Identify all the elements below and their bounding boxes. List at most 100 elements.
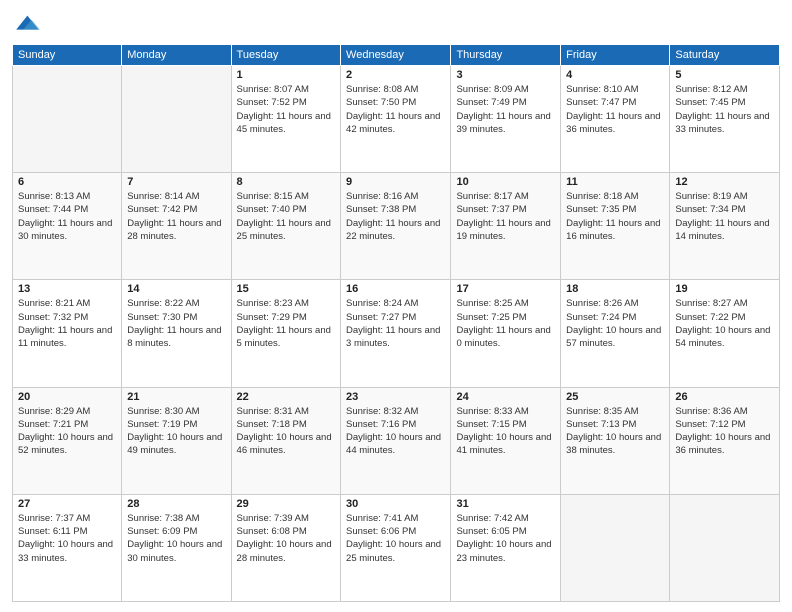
calendar-cell: 5 Sunrise: 8:12 AMSunset: 7:45 PMDayligh… xyxy=(670,66,780,173)
logo-icon xyxy=(12,10,40,38)
day-number: 1 xyxy=(237,69,335,81)
calendar-cell: 20 Sunrise: 8:29 AMSunset: 7:21 PMDaylig… xyxy=(13,387,122,494)
day-number: 8 xyxy=(237,176,335,188)
day-number: 17 xyxy=(456,283,555,295)
day-info: Sunrise: 8:08 AMSunset: 7:50 PMDaylight:… xyxy=(346,83,445,136)
day-info: Sunrise: 8:13 AMSunset: 7:44 PMDaylight:… xyxy=(18,190,116,243)
calendar-cell: 3 Sunrise: 8:09 AMSunset: 7:49 PMDayligh… xyxy=(451,66,561,173)
weekday-header-row: SundayMondayTuesdayWednesdayThursdayFrid… xyxy=(13,45,780,66)
day-number: 24 xyxy=(456,391,555,403)
day-number: 18 xyxy=(566,283,664,295)
day-number: 7 xyxy=(127,176,225,188)
day-info: Sunrise: 8:36 AMSunset: 7:12 PMDaylight:… xyxy=(675,405,774,458)
weekday-header-wednesday: Wednesday xyxy=(341,45,451,66)
day-info: Sunrise: 8:07 AMSunset: 7:52 PMDaylight:… xyxy=(237,83,335,136)
calendar-cell: 23 Sunrise: 8:32 AMSunset: 7:16 PMDaylig… xyxy=(341,387,451,494)
day-number: 16 xyxy=(346,283,445,295)
day-info: Sunrise: 8:19 AMSunset: 7:34 PMDaylight:… xyxy=(675,190,774,243)
weekday-header-friday: Friday xyxy=(561,45,670,66)
weekday-header-tuesday: Tuesday xyxy=(231,45,340,66)
calendar-cell: 24 Sunrise: 8:33 AMSunset: 7:15 PMDaylig… xyxy=(451,387,561,494)
day-info: Sunrise: 8:27 AMSunset: 7:22 PMDaylight:… xyxy=(675,297,774,350)
calendar-cell: 28 Sunrise: 7:38 AMSunset: 6:09 PMDaylig… xyxy=(122,494,231,601)
weekday-header-monday: Monday xyxy=(122,45,231,66)
day-info: Sunrise: 8:18 AMSunset: 7:35 PMDaylight:… xyxy=(566,190,664,243)
day-info: Sunrise: 8:12 AMSunset: 7:45 PMDaylight:… xyxy=(675,83,774,136)
day-info: Sunrise: 8:22 AMSunset: 7:30 PMDaylight:… xyxy=(127,297,225,350)
calendar-cell: 22 Sunrise: 8:31 AMSunset: 7:18 PMDaylig… xyxy=(231,387,340,494)
calendar-cell xyxy=(561,494,670,601)
day-info: Sunrise: 8:21 AMSunset: 7:32 PMDaylight:… xyxy=(18,297,116,350)
calendar-cell: 15 Sunrise: 8:23 AMSunset: 7:29 PMDaylig… xyxy=(231,280,340,387)
calendar-week-1: 1 Sunrise: 8:07 AMSunset: 7:52 PMDayligh… xyxy=(13,66,780,173)
day-number: 5 xyxy=(675,69,774,81)
day-number: 27 xyxy=(18,498,116,510)
day-number: 2 xyxy=(346,69,445,81)
calendar-cell: 12 Sunrise: 8:19 AMSunset: 7:34 PMDaylig… xyxy=(670,173,780,280)
calendar-cell: 4 Sunrise: 8:10 AMSunset: 7:47 PMDayligh… xyxy=(561,66,670,173)
calendar-cell: 27 Sunrise: 7:37 AMSunset: 6:11 PMDaylig… xyxy=(13,494,122,601)
day-number: 25 xyxy=(566,391,664,403)
day-number: 31 xyxy=(456,498,555,510)
page-header xyxy=(12,10,780,38)
day-info: Sunrise: 7:38 AMSunset: 6:09 PMDaylight:… xyxy=(127,512,225,565)
calendar-cell: 17 Sunrise: 8:25 AMSunset: 7:25 PMDaylig… xyxy=(451,280,561,387)
calendar-cell: 21 Sunrise: 8:30 AMSunset: 7:19 PMDaylig… xyxy=(122,387,231,494)
calendar-cell xyxy=(670,494,780,601)
day-info: Sunrise: 8:24 AMSunset: 7:27 PMDaylight:… xyxy=(346,297,445,350)
calendar-cell: 9 Sunrise: 8:16 AMSunset: 7:38 PMDayligh… xyxy=(341,173,451,280)
logo xyxy=(12,10,44,38)
day-info: Sunrise: 8:29 AMSunset: 7:21 PMDaylight:… xyxy=(18,405,116,458)
weekday-header-sunday: Sunday xyxy=(13,45,122,66)
calendar-cell: 26 Sunrise: 8:36 AMSunset: 7:12 PMDaylig… xyxy=(670,387,780,494)
day-info: Sunrise: 8:15 AMSunset: 7:40 PMDaylight:… xyxy=(237,190,335,243)
day-number: 29 xyxy=(237,498,335,510)
calendar-cell xyxy=(13,66,122,173)
day-info: Sunrise: 8:32 AMSunset: 7:16 PMDaylight:… xyxy=(346,405,445,458)
day-info: Sunrise: 8:09 AMSunset: 7:49 PMDaylight:… xyxy=(456,83,555,136)
calendar-cell: 11 Sunrise: 8:18 AMSunset: 7:35 PMDaylig… xyxy=(561,173,670,280)
calendar-week-2: 6 Sunrise: 8:13 AMSunset: 7:44 PMDayligh… xyxy=(13,173,780,280)
day-number: 12 xyxy=(675,176,774,188)
day-info: Sunrise: 8:30 AMSunset: 7:19 PMDaylight:… xyxy=(127,405,225,458)
day-number: 26 xyxy=(675,391,774,403)
day-info: Sunrise: 8:17 AMSunset: 7:37 PMDaylight:… xyxy=(456,190,555,243)
day-info: Sunrise: 7:42 AMSunset: 6:05 PMDaylight:… xyxy=(456,512,555,565)
day-number: 19 xyxy=(675,283,774,295)
day-info: Sunrise: 8:10 AMSunset: 7:47 PMDaylight:… xyxy=(566,83,664,136)
day-info: Sunrise: 8:26 AMSunset: 7:24 PMDaylight:… xyxy=(566,297,664,350)
calendar-cell: 19 Sunrise: 8:27 AMSunset: 7:22 PMDaylig… xyxy=(670,280,780,387)
day-number: 23 xyxy=(346,391,445,403)
day-info: Sunrise: 8:16 AMSunset: 7:38 PMDaylight:… xyxy=(346,190,445,243)
calendar-week-5: 27 Sunrise: 7:37 AMSunset: 6:11 PMDaylig… xyxy=(13,494,780,601)
calendar-cell: 10 Sunrise: 8:17 AMSunset: 7:37 PMDaylig… xyxy=(451,173,561,280)
day-info: Sunrise: 8:31 AMSunset: 7:18 PMDaylight:… xyxy=(237,405,335,458)
calendar-cell: 31 Sunrise: 7:42 AMSunset: 6:05 PMDaylig… xyxy=(451,494,561,601)
calendar-cell: 2 Sunrise: 8:08 AMSunset: 7:50 PMDayligh… xyxy=(341,66,451,173)
calendar-cell: 18 Sunrise: 8:26 AMSunset: 7:24 PMDaylig… xyxy=(561,280,670,387)
day-number: 3 xyxy=(456,69,555,81)
calendar-cell: 29 Sunrise: 7:39 AMSunset: 6:08 PMDaylig… xyxy=(231,494,340,601)
day-number: 11 xyxy=(566,176,664,188)
calendar-cell: 1 Sunrise: 8:07 AMSunset: 7:52 PMDayligh… xyxy=(231,66,340,173)
day-info: Sunrise: 8:35 AMSunset: 7:13 PMDaylight:… xyxy=(566,405,664,458)
calendar-table: SundayMondayTuesdayWednesdayThursdayFrid… xyxy=(12,44,780,602)
calendar-cell xyxy=(122,66,231,173)
day-number: 4 xyxy=(566,69,664,81)
day-number: 10 xyxy=(456,176,555,188)
day-number: 28 xyxy=(127,498,225,510)
day-info: Sunrise: 8:23 AMSunset: 7:29 PMDaylight:… xyxy=(237,297,335,350)
day-info: Sunrise: 8:14 AMSunset: 7:42 PMDaylight:… xyxy=(127,190,225,243)
day-info: Sunrise: 7:41 AMSunset: 6:06 PMDaylight:… xyxy=(346,512,445,565)
day-number: 13 xyxy=(18,283,116,295)
calendar-cell: 6 Sunrise: 8:13 AMSunset: 7:44 PMDayligh… xyxy=(13,173,122,280)
day-info: Sunrise: 8:33 AMSunset: 7:15 PMDaylight:… xyxy=(456,405,555,458)
calendar-week-3: 13 Sunrise: 8:21 AMSunset: 7:32 PMDaylig… xyxy=(13,280,780,387)
weekday-header-saturday: Saturday xyxy=(670,45,780,66)
calendar-week-4: 20 Sunrise: 8:29 AMSunset: 7:21 PMDaylig… xyxy=(13,387,780,494)
day-number: 22 xyxy=(237,391,335,403)
day-number: 30 xyxy=(346,498,445,510)
calendar-cell: 25 Sunrise: 8:35 AMSunset: 7:13 PMDaylig… xyxy=(561,387,670,494)
calendar-cell: 16 Sunrise: 8:24 AMSunset: 7:27 PMDaylig… xyxy=(341,280,451,387)
calendar-cell: 8 Sunrise: 8:15 AMSunset: 7:40 PMDayligh… xyxy=(231,173,340,280)
